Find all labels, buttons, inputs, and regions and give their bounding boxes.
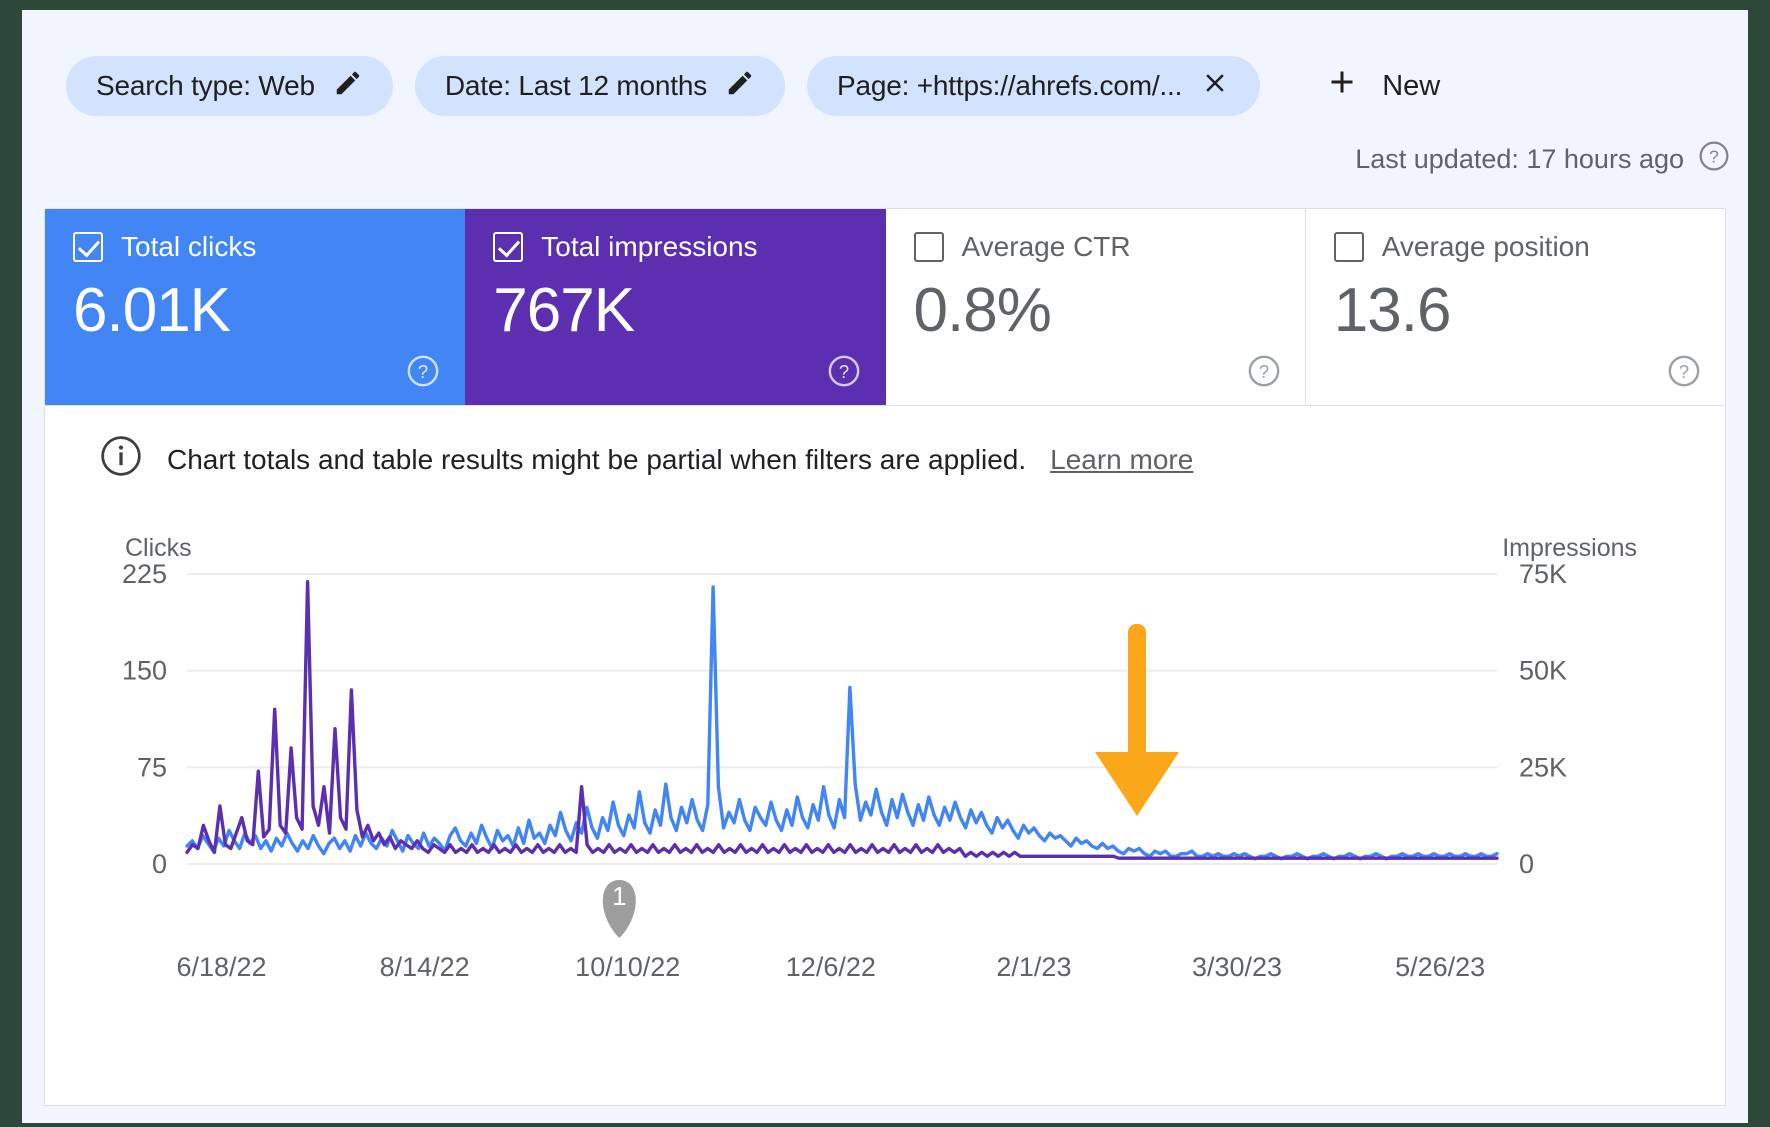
checkbox-average-ctr[interactable] <box>914 232 944 262</box>
new-filter-button[interactable]: New <box>1314 58 1450 114</box>
help-circle-icon[interactable]: ? <box>1698 140 1730 179</box>
last-updated-text: Last updated: 17 hours ago <box>1355 144 1684 175</box>
svg-text:?: ? <box>1259 361 1269 382</box>
filter-chip-label: Page: +https://ahrefs.com/... <box>837 70 1182 102</box>
checkbox-average-position[interactable] <box>1334 232 1364 262</box>
chart-svg[interactable]: 0 75 150 225 0 25K 50K 75K Clicks Impressions 6/18… <box>45 526 1748 1086</box>
y-tick-label-right: 50K <box>1519 656 1567 686</box>
svg-text:?: ? <box>838 361 848 382</box>
partial-data-notice: Chart totals and table results might be … <box>45 406 1725 485</box>
chart-panel: Chart totals and table results might be … <box>44 406 1726 1106</box>
notice-text: Chart totals and table results might be … <box>167 444 1026 476</box>
plus-icon <box>1324 64 1360 108</box>
metric-title: Total clicks <box>121 231 256 263</box>
x-tick-label: 6/18/22 <box>176 952 266 982</box>
metric-value: 0.8% <box>914 277 1277 345</box>
info-circle-icon <box>99 434 143 485</box>
svg-text:?: ? <box>1679 361 1689 382</box>
search-console-performance-panel: Search type: Web Date: Last 12 months Pa… <box>22 10 1748 1123</box>
filter-chip-date[interactable]: Date: Last 12 months <box>415 56 785 116</box>
help-circle-icon[interactable]: ? <box>827 354 861 393</box>
metric-card-header: Average CTR <box>914 231 1277 263</box>
new-filter-label: New <box>1382 70 1440 103</box>
pencil-icon[interactable] <box>333 68 363 105</box>
checkbox-total-clicks[interactable] <box>73 232 103 262</box>
last-updated-row: Last updated: 17 hours ago ? <box>22 122 1748 196</box>
metric-card-total-impressions[interactable]: Total impressions 767K ? <box>465 209 885 405</box>
orange-down-arrow-annotation <box>1095 624 1179 816</box>
y-tick-label-right: 0 <box>1519 849 1534 879</box>
metric-card-total-clicks[interactable]: Total clicks 6.01K ? <box>45 209 465 405</box>
chart-line-clicks <box>187 587 1497 859</box>
metric-value: 6.01K <box>73 277 436 345</box>
y-tick-label-left: 150 <box>122 656 167 686</box>
filter-chip-label: Search type: Web <box>96 70 315 102</box>
y-tick-label-left: 225 <box>122 559 167 589</box>
pencil-icon[interactable] <box>725 68 755 105</box>
metric-title: Total impressions <box>541 231 757 263</box>
close-icon[interactable] <box>1200 68 1230 105</box>
chart-line-impressions <box>187 582 1497 859</box>
y-axis-title-left: Clicks <box>125 534 192 562</box>
y-tick-label-left: 0 <box>152 849 167 879</box>
metric-title: Average CTR <box>962 231 1131 263</box>
help-circle-icon[interactable]: ? <box>406 354 440 393</box>
y-tick-label-right: 75K <box>1519 559 1567 589</box>
metric-title: Average position <box>1382 231 1590 263</box>
performance-chart[interactable]: 0 75 150 225 0 25K 50K 75K Clicks Impressions 6/18… <box>45 526 1725 1086</box>
metric-card-header: Total impressions <box>493 231 856 263</box>
x-tick-label: 5/26/23 <box>1395 952 1485 982</box>
filter-chip-label: Date: Last 12 months <box>445 70 707 102</box>
metric-card-header: Average position <box>1334 231 1697 263</box>
x-tick-label: 8/14/22 <box>380 952 470 982</box>
help-circle-icon[interactable]: ? <box>1667 354 1701 393</box>
metric-card-average-position[interactable]: Average position 13.6 ? <box>1306 209 1725 405</box>
chart-annotation-marker-label: 1 <box>612 881 626 911</box>
x-tick-label: 2/1/23 <box>996 952 1071 982</box>
metric-cards: Total clicks 6.01K ? Total impressions 7… <box>44 208 1726 406</box>
filter-chip-search-type[interactable]: Search type: Web <box>66 56 393 116</box>
svg-text:?: ? <box>418 361 428 382</box>
x-tick-label: 10/10/22 <box>575 952 680 982</box>
metric-card-header: Total clicks <box>73 231 436 263</box>
x-tick-label: 3/30/23 <box>1192 952 1282 982</box>
x-tick-label: 12/6/22 <box>786 952 876 982</box>
y-tick-label-left: 75 <box>137 752 167 782</box>
y-tick-label-right: 25K <box>1519 752 1567 782</box>
y-axis-title-right: Impressions <box>1502 534 1637 562</box>
filter-bar: Search type: Web Date: Last 12 months Pa… <box>22 10 1748 122</box>
metric-value: 767K <box>493 277 856 345</box>
help-circle-icon[interactable]: ? <box>1247 354 1281 393</box>
metric-value: 13.6 <box>1334 277 1697 345</box>
metric-card-average-ctr[interactable]: Average CTR 0.8% ? <box>886 209 1306 405</box>
learn-more-link[interactable]: Learn more <box>1050 444 1193 476</box>
filter-chip-page[interactable]: Page: +https://ahrefs.com/... <box>807 56 1260 116</box>
svg-text:?: ? <box>1709 146 1719 166</box>
checkbox-total-impressions[interactable] <box>493 232 523 262</box>
